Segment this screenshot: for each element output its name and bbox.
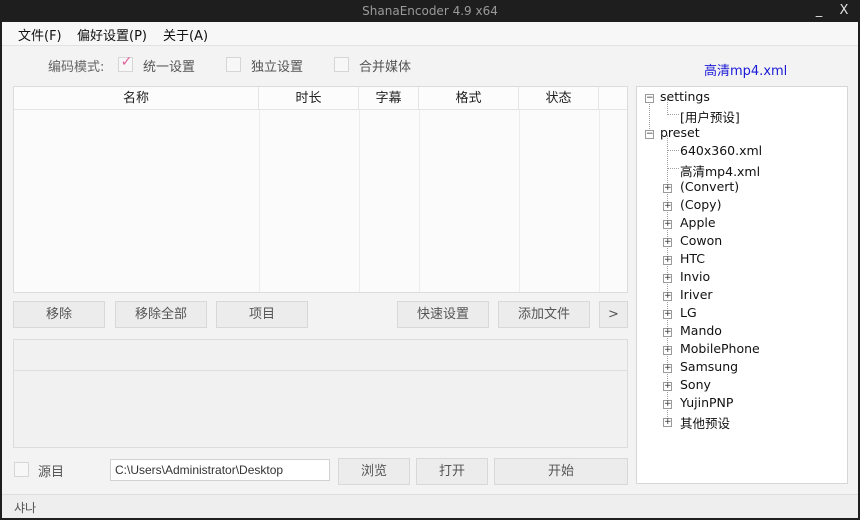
- source-dir-checkbox[interactable]: [14, 462, 29, 477]
- output-path-input[interactable]: [110, 459, 330, 481]
- expand-icon[interactable]: +: [663, 256, 672, 265]
- title-bar: ShanaEncoder 4.9 x64 _ X: [0, 0, 860, 22]
- column-divider: [359, 110, 360, 292]
- expand-icon[interactable]: +: [663, 382, 672, 391]
- unified-settings-checkbox[interactable]: ✓: [118, 54, 133, 72]
- tree-node-lg[interactable]: LG: [680, 305, 697, 320]
- tree-connector: [667, 168, 679, 169]
- expand-icon[interactable]: +: [663, 184, 672, 193]
- column-divider: [419, 110, 420, 292]
- merge-media-checkbox[interactable]: [334, 57, 349, 72]
- start-button[interactable]: 开始: [494, 458, 628, 485]
- quick-settings-button[interactable]: 快速设置: [397, 301, 489, 328]
- expand-icon[interactable]: +: [663, 346, 672, 355]
- current-preset-link[interactable]: 高清mp4.xml: [704, 60, 787, 79]
- merge-media-label: 合并媒体: [359, 60, 412, 75]
- expand-icon[interactable]: +: [663, 202, 672, 211]
- column-divider: [259, 110, 260, 292]
- tree-node-yujinpnp[interactable]: YujinPNP: [680, 395, 733, 410]
- independent-settings-checkbox[interactable]: [226, 57, 241, 72]
- more-button[interactable]: >: [599, 301, 628, 328]
- file-list-header: 名称 时长 字幕 格式 状态: [14, 87, 627, 110]
- browse-button[interactable]: 浏览: [338, 458, 410, 485]
- independent-settings-label: 独立设置: [251, 60, 304, 75]
- status-bar: 샤나: [2, 494, 858, 518]
- expand-icon[interactable]: +: [663, 418, 672, 427]
- tree-node-mando[interactable]: Mando: [680, 323, 722, 338]
- source-dir-label: 源目: [38, 465, 65, 480]
- expand-icon[interactable]: +: [663, 328, 672, 337]
- tree-node-iriver[interactable]: Iriver: [680, 287, 713, 302]
- preset-collapse-icon[interactable]: −: [645, 130, 654, 139]
- column-divider: [599, 110, 600, 292]
- minimize-button[interactable]: _: [808, 2, 830, 20]
- menu-preferences[interactable]: 偏好设置(P): [77, 25, 147, 44]
- remove-all-button[interactable]: 移除全部: [115, 301, 207, 328]
- expand-icon[interactable]: +: [663, 400, 672, 409]
- tree-node-apple[interactable]: Apple: [680, 215, 716, 230]
- item-button[interactable]: 项目: [216, 301, 308, 328]
- tree-node-settings[interactable]: settings: [660, 89, 710, 104]
- encode-mode-label: 编码模式:: [48, 60, 105, 75]
- expand-icon[interactable]: +: [663, 220, 672, 229]
- tree-node-sony[interactable]: Sony: [680, 377, 711, 392]
- tree-node-other-presets[interactable]: 其他预设: [680, 413, 730, 432]
- menu-about[interactable]: 关于(A): [163, 25, 208, 44]
- remove-button[interactable]: 移除: [13, 301, 105, 328]
- log-divider: [14, 370, 627, 371]
- menu-file[interactable]: 文件(F): [18, 25, 62, 44]
- tree-node-preset[interactable]: preset: [660, 125, 700, 140]
- column-status[interactable]: 状态: [519, 87, 599, 110]
- unified-settings-label: 统一设置: [143, 60, 196, 75]
- main-window: 文件(F) 偏好设置(P) 关于(A) 编码模式: ✓ 统一设置 独立设置 合并…: [2, 22, 858, 518]
- check-mark-icon: ✓: [120, 54, 133, 70]
- column-name[interactable]: 名称: [14, 87, 259, 110]
- column-subtitle[interactable]: 字幕: [359, 87, 419, 110]
- open-button[interactable]: 打开: [416, 458, 488, 485]
- window-title: ShanaEncoder 4.9 x64: [362, 4, 498, 18]
- tree-node-640x360[interactable]: 640x360.xml: [680, 143, 762, 158]
- tree-node-cowon[interactable]: Cowon: [680, 233, 722, 248]
- column-format[interactable]: 格式: [419, 87, 519, 110]
- tree-node-htc[interactable]: HTC: [680, 251, 705, 266]
- expand-icon[interactable]: +: [663, 238, 672, 247]
- column-duration[interactable]: 时长: [259, 87, 359, 110]
- tree-node-hd-mp4[interactable]: 高清mp4.xml: [680, 161, 760, 180]
- tree-node-mobilephone[interactable]: MobilePhone: [680, 341, 760, 356]
- tree-connector: [667, 114, 679, 115]
- tree-node-samsung[interactable]: Samsung: [680, 359, 738, 374]
- menu-bar: 文件(F) 偏好设置(P) 关于(A): [2, 22, 858, 46]
- add-file-button[interactable]: 添加文件: [498, 301, 590, 328]
- file-list-table[interactable]: 名称 时长 字幕 格式 状态: [13, 86, 628, 293]
- log-panel: [13, 339, 628, 448]
- tree-node-invio[interactable]: Invio: [680, 269, 710, 284]
- status-text: 샤나: [14, 501, 37, 515]
- expand-icon[interactable]: +: [663, 310, 672, 319]
- settings-collapse-icon[interactable]: −: [645, 94, 654, 103]
- expand-icon[interactable]: +: [663, 364, 672, 373]
- preset-tree[interactable]: − settings [用户预设] − preset 640x360.xml 高…: [636, 86, 848, 484]
- tree-node-copy[interactable]: (Copy): [680, 197, 721, 212]
- tree-connector: [667, 150, 679, 151]
- tree-node-convert[interactable]: (Convert): [680, 179, 739, 194]
- tree-node-user-preset[interactable]: [用户预设]: [680, 107, 740, 126]
- close-button[interactable]: X: [833, 2, 855, 20]
- expand-icon[interactable]: +: [663, 292, 672, 301]
- expand-icon[interactable]: +: [663, 274, 672, 283]
- column-divider: [519, 110, 520, 292]
